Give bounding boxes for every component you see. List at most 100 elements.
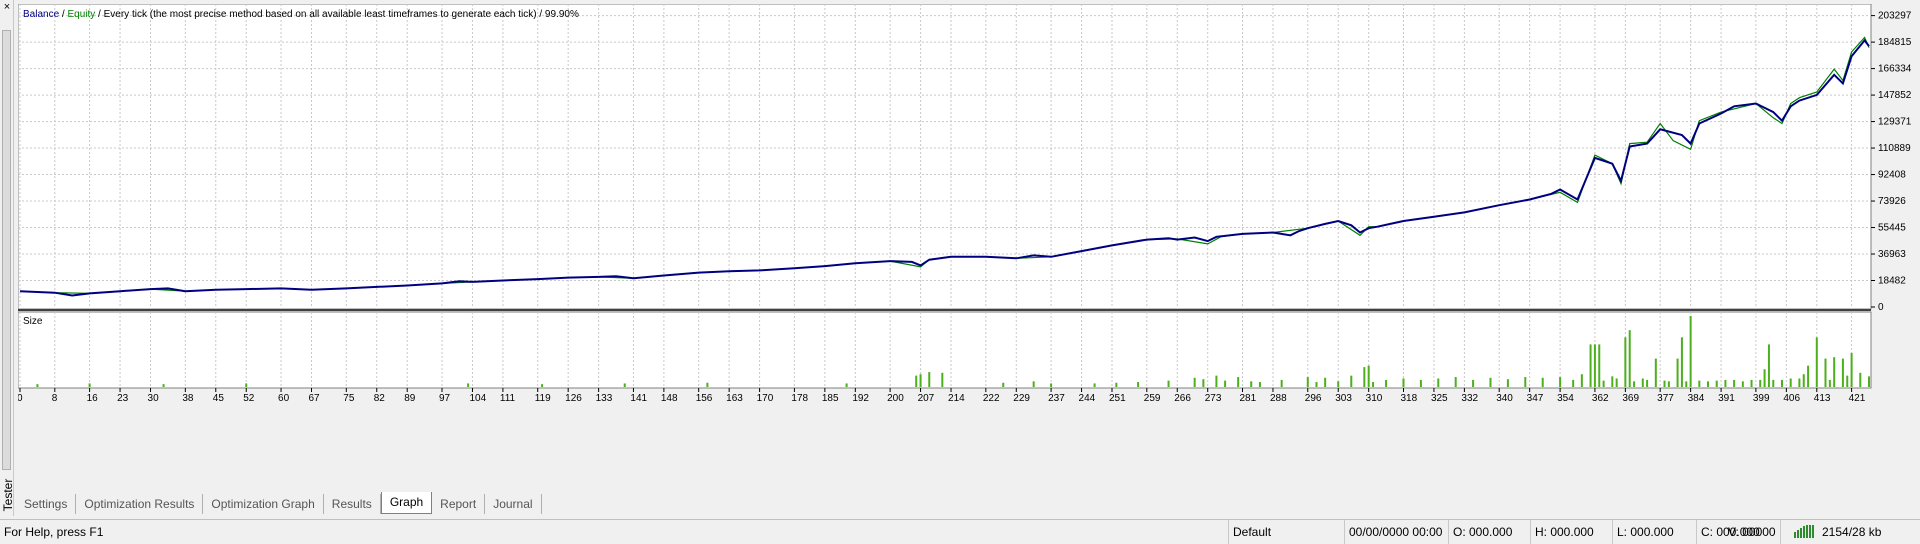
volume-bar xyxy=(1315,382,1318,387)
y-tick-label: 73926 xyxy=(1878,196,1906,207)
x-tick-label: 421 xyxy=(1849,393,1866,404)
volume-bar xyxy=(1641,378,1644,387)
y-tick-label: 55445 xyxy=(1878,223,1906,234)
volume-bar xyxy=(1615,378,1618,387)
x-tick-label: 0 xyxy=(18,393,23,404)
tester-panel-label: Tester xyxy=(1,478,15,512)
volume-bar xyxy=(1685,381,1688,387)
x-tick-label: 391 xyxy=(1718,393,1735,404)
volume-bar xyxy=(845,383,848,387)
volume-bar xyxy=(1137,382,1140,387)
y-tick-label: 92408 xyxy=(1878,170,1906,181)
legend-sep: / xyxy=(59,9,67,20)
y-tick-label: 0 xyxy=(1878,302,1884,313)
volume-bar xyxy=(1828,379,1831,387)
x-tick-label: 67 xyxy=(308,393,320,404)
status-traffic: 2154/28 kb xyxy=(1822,525,1882,539)
tab-results[interactable]: Results xyxy=(324,494,381,514)
y-tick-label: 166334 xyxy=(1878,64,1912,75)
volume-bar xyxy=(941,372,944,387)
y-tick-label: 110889 xyxy=(1878,143,1911,154)
x-tick-label: 148 xyxy=(661,393,678,404)
tab-settings[interactable]: Settings xyxy=(16,494,77,514)
x-tick-label: 214 xyxy=(948,393,965,404)
volume-bar xyxy=(1237,377,1240,387)
volume-bar xyxy=(1859,372,1862,387)
volume-bar xyxy=(706,382,709,387)
y-tick-label: 18482 xyxy=(1878,276,1906,287)
x-tick-label: 281 xyxy=(1240,393,1257,404)
volume-bar xyxy=(1306,377,1309,387)
volume-bar xyxy=(1667,381,1670,387)
status-datetime: 00/00/0000 00:00 xyxy=(1344,520,1448,544)
volume-bar xyxy=(623,383,626,387)
volume-bar xyxy=(1741,381,1744,387)
x-tick-label: 413 xyxy=(1814,393,1831,404)
volume-bar xyxy=(1215,375,1218,387)
volume-bar xyxy=(1628,330,1631,387)
volume-bar xyxy=(1032,381,1035,387)
x-tick-label: 369 xyxy=(1622,393,1639,404)
main-plot-area xyxy=(18,4,1872,310)
volume-bar xyxy=(1580,374,1583,387)
volume-bar xyxy=(1524,377,1527,387)
tab-report[interactable]: Report xyxy=(432,494,486,514)
x-tick-label: 229 xyxy=(1013,393,1030,404)
x-tick-label: 60 xyxy=(278,393,290,404)
x-tick-label: 222 xyxy=(983,393,1000,404)
close-icon[interactable]: × xyxy=(2,2,12,13)
x-tick-label: 45 xyxy=(213,393,225,404)
volume-bar xyxy=(1715,380,1718,387)
status-open: O: 000.000 xyxy=(1448,520,1530,544)
x-tick-label: 318 xyxy=(1400,393,1417,404)
y-tick-label: 203297 xyxy=(1878,11,1912,22)
volume-bar xyxy=(1367,365,1370,387)
volume-bar xyxy=(1193,377,1196,387)
volume-bar xyxy=(1167,380,1170,387)
volume-bar xyxy=(1489,377,1492,387)
x-tick-label: 23 xyxy=(117,393,129,404)
volume-bar xyxy=(1798,378,1801,387)
connection-meter-icon xyxy=(1794,525,1814,538)
tab-optimization-results[interactable]: Optimization Results xyxy=(76,494,204,514)
x-tick-label: 288 xyxy=(1270,393,1287,404)
y-axis: 203297 184815 166334 147852 129371 110889 9240… xyxy=(1871,11,1912,313)
volume-bar xyxy=(1780,379,1783,387)
volume-bar xyxy=(1402,378,1405,387)
x-tick-label: 325 xyxy=(1431,393,1448,404)
volume-bar xyxy=(1789,378,1792,387)
volume-bar xyxy=(1115,382,1118,387)
x-tick-label: 111 xyxy=(500,393,516,404)
volume-bar xyxy=(1093,383,1096,387)
tab-graph[interactable]: Graph xyxy=(380,492,433,514)
x-tick-label: 170 xyxy=(757,393,774,404)
x-tick-label: 119 xyxy=(535,393,551,404)
volume-bar xyxy=(1372,382,1375,387)
tab-optimization-graph[interactable]: Optimization Graph xyxy=(203,494,324,514)
x-tick-label: 141 xyxy=(630,393,647,404)
volume-bar xyxy=(1815,337,1818,387)
volume-bar xyxy=(541,384,544,387)
tester-side-strip: × Tester xyxy=(0,0,15,516)
tab-journal[interactable]: Journal xyxy=(485,494,542,514)
x-tick-label: 347 xyxy=(1527,393,1544,404)
volume-bar xyxy=(245,383,248,387)
x-tick-label: 340 xyxy=(1496,393,1513,404)
x-tick-label: 354 xyxy=(1557,393,1574,404)
status-volume: V: 00000 xyxy=(1728,525,1776,539)
volume-bar xyxy=(1807,365,1810,387)
x-axis: 0 8 16 23 30 38 45 52 60 67 75 82 89 97 104 111 119 126 13… xyxy=(18,388,1866,404)
x-tick-label: 38 xyxy=(182,393,194,404)
volume-bar xyxy=(1559,377,1562,387)
volume-bar xyxy=(1633,381,1636,387)
x-tick-label: 303 xyxy=(1335,393,1352,404)
x-tick-label: 89 xyxy=(404,393,416,404)
volume-bar xyxy=(915,375,918,387)
x-tick-label: 8 xyxy=(52,393,58,404)
x-tick-label: 156 xyxy=(696,393,713,404)
volume-bar xyxy=(1541,377,1544,387)
x-tick-label: 332 xyxy=(1461,393,1478,404)
volume-bar xyxy=(162,384,165,387)
x-tick-label: 237 xyxy=(1048,393,1065,404)
panel-resize-handle[interactable] xyxy=(2,30,11,470)
